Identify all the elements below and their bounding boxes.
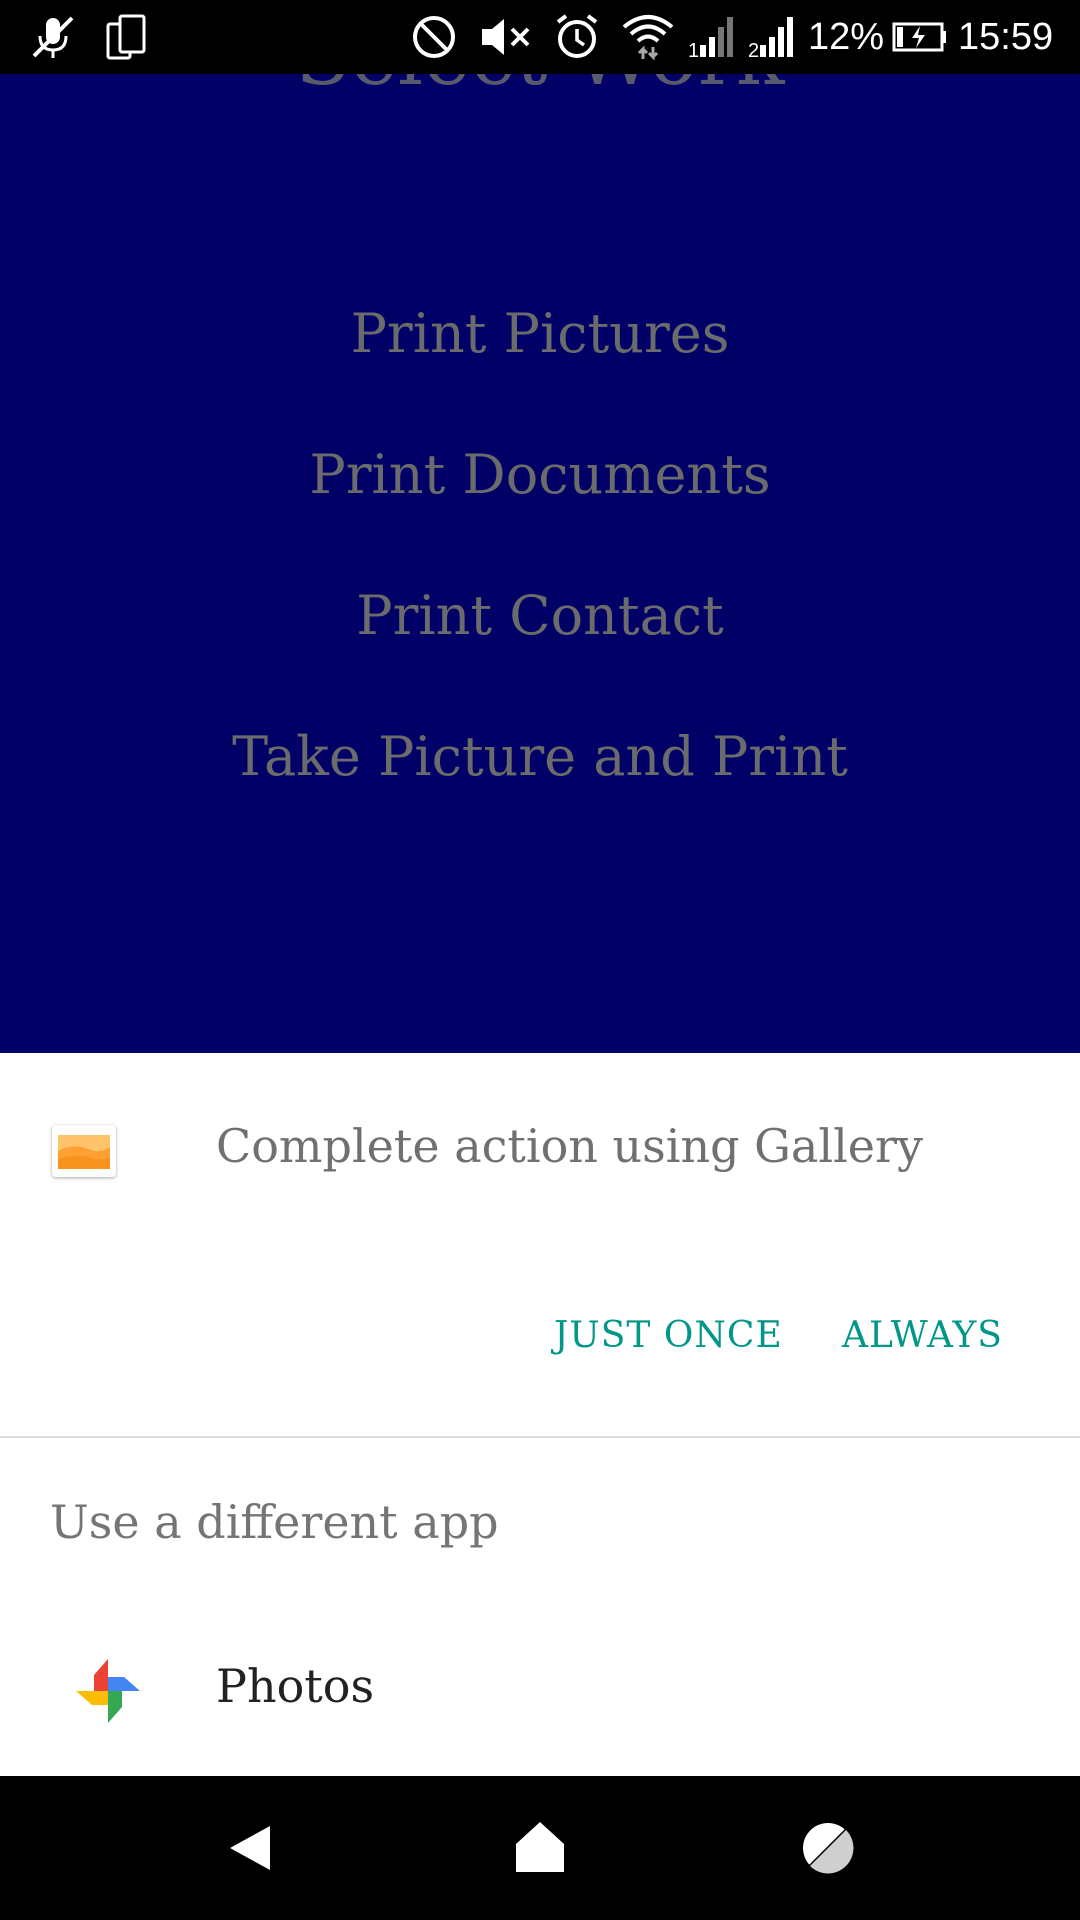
navigation-bar — [0, 1776, 1080, 1920]
recents-icon[interactable] — [798, 1818, 858, 1878]
battery-charging-icon — [892, 12, 948, 62]
alarm-icon — [552, 12, 602, 62]
mute-mic-icon — [28, 12, 78, 62]
gallery-icon — [52, 1125, 116, 1177]
photos-icon — [74, 1657, 142, 1725]
do-not-disturb-icon — [410, 12, 458, 62]
print-contact-button[interactable]: Print Contact — [0, 584, 1080, 647]
battery-percent: 12% — [808, 16, 885, 58]
svg-text:1: 1 — [688, 40, 699, 61]
signal-2-icon: 2 — [748, 12, 796, 62]
chooser-title: Complete action using Gallery — [216, 1119, 923, 1173]
divider — [0, 1436, 1080, 1438]
home-icon[interactable] — [510, 1818, 570, 1878]
just-once-button[interactable]: JUST ONCE — [554, 1315, 783, 1356]
app-chooser-sheet: Complete action using Gallery JUST ONCE … — [0, 1053, 1080, 1776]
page-title: Select Work — [0, 74, 1080, 103]
take-picture-and-print-button[interactable]: Take Picture and Print — [0, 725, 1080, 788]
signal-1-icon: 1 — [688, 12, 736, 62]
status-bar: 1 2 12% 15:59 — [0, 0, 1080, 74]
print-documents-button[interactable]: Print Documents — [0, 443, 1080, 506]
back-icon[interactable] — [222, 1818, 282, 1878]
clock: 15:59 — [958, 16, 1054, 58]
different-app-heading: Use a different app — [50, 1495, 499, 1549]
app-option-label: Photos — [216, 1659, 375, 1713]
screen-rotate-icon — [104, 12, 150, 62]
print-pictures-button[interactable]: Print Pictures — [0, 302, 1080, 365]
wifi-icon — [620, 12, 676, 62]
always-button[interactable]: ALWAYS — [842, 1315, 1003, 1356]
svg-text:2: 2 — [748, 40, 759, 61]
app-screen: Select Work Print Pictures Print Documen… — [0, 74, 1080, 1053]
app-option-photos[interactable]: Photos — [0, 1643, 1080, 1753]
volume-muted-icon — [478, 12, 534, 62]
